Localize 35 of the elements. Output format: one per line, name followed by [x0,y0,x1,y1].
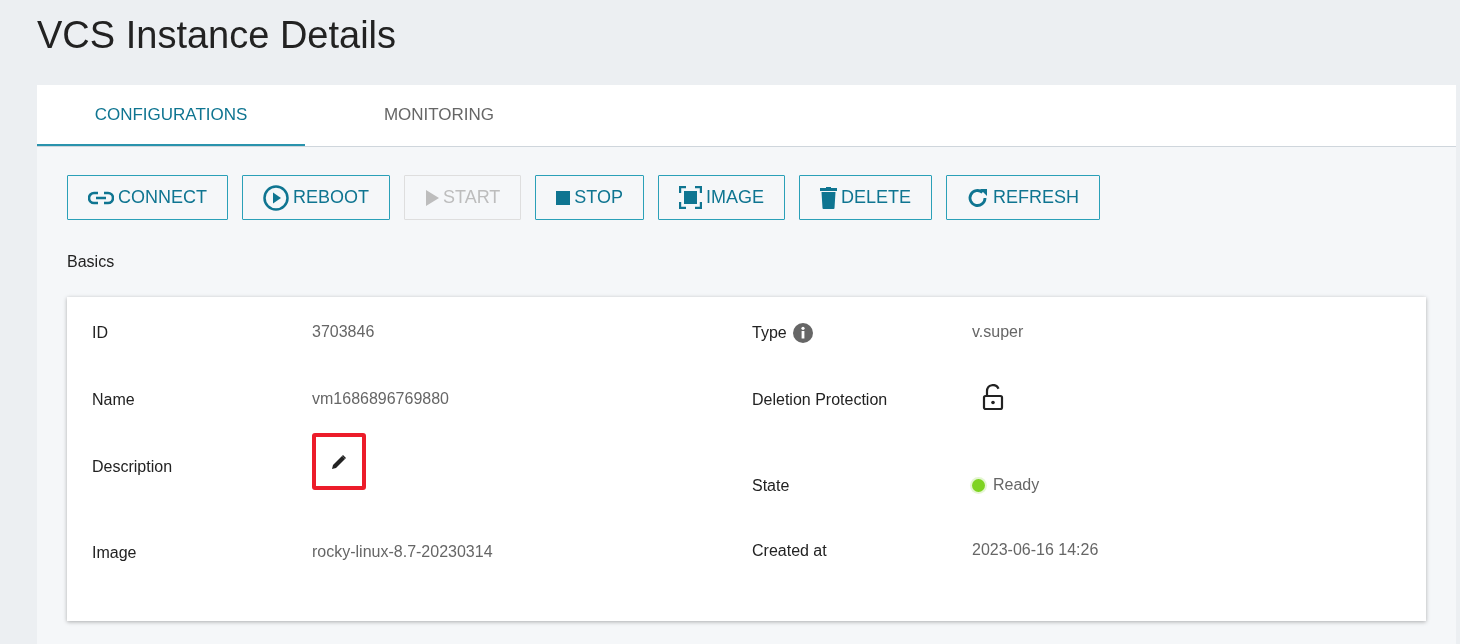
capture-icon [679,186,703,209]
image-button[interactable]: IMAGE [658,175,786,220]
field-value: 2023-06-16 14:26 [972,540,1100,560]
section-heading: Basics [66,252,116,272]
field-value: Ready [993,476,1040,494]
page-title: VCS Instance Details [36,13,398,58]
field-label: Image [92,543,138,563]
link-icon [88,190,114,205]
pencil-icon [331,453,347,470]
field-label: Type [752,324,787,342]
link-button[interactable]: CONNECT [67,175,228,220]
play-circle-icon [263,184,289,211]
tab[interactable]: CONFIGURATIONS [37,85,305,146]
field-value: vm1686896769880 [312,389,450,409]
field-value: rocky-linux-8.7-20230314 [312,542,494,562]
refresh-button[interactable]: REFRESH [946,175,1101,220]
field-label: Name [92,390,136,410]
refresh-icon [967,186,990,209]
field-value: v.super [972,322,1025,342]
field-label: Created at [752,541,828,561]
field-label: State [752,476,791,496]
unlocked-padlock-icon[interactable] [982,384,1004,410]
field-label: ID [92,323,109,343]
field-label: Deletion Protection [752,390,889,410]
info-icon[interactable] [792,323,813,343]
reboot-button[interactable]: REBOOT [242,175,390,220]
trash-icon [820,186,838,209]
edit-button[interactable] [312,433,366,490]
delete-button[interactable]: DELETE [799,175,933,220]
play-icon [425,189,439,206]
stop-icon [556,190,571,205]
field-value: 3703846 [312,322,376,342]
tab[interactable]: MONITORING [305,85,573,146]
field-label: Description [92,457,174,477]
stop-button[interactable]: STOP [535,175,645,220]
